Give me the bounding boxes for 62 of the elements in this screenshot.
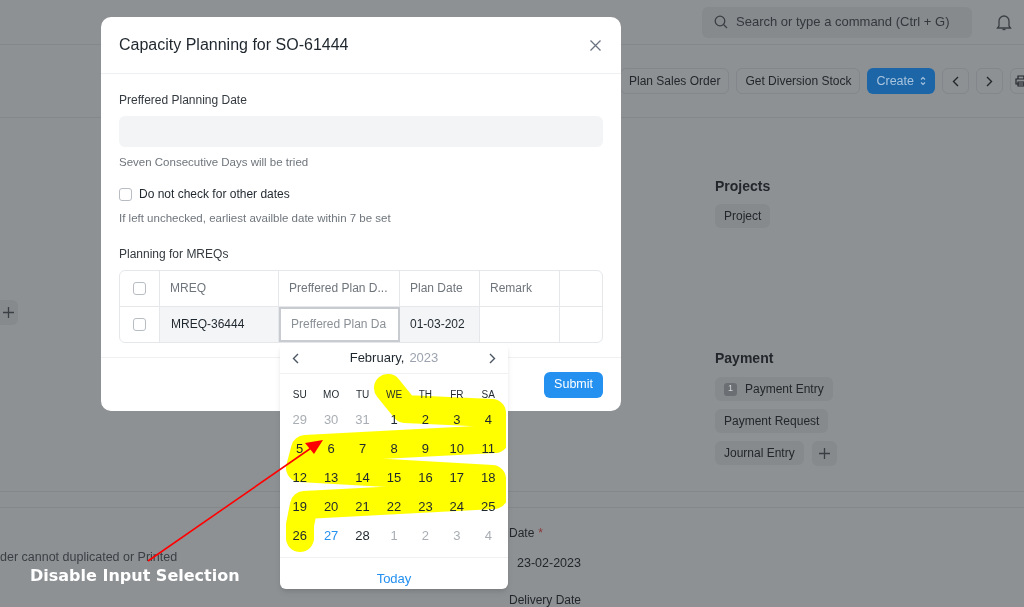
calendar-day[interactable]: 15	[386, 470, 402, 485]
calendar-day[interactable]: 6	[327, 441, 335, 456]
calendar-day[interactable]: 26	[292, 528, 307, 543]
link-chip[interactable]: Journal Entry	[715, 441, 804, 465]
calendar-day[interactable]: 13	[323, 470, 339, 485]
column-header: MREQ	[160, 270, 279, 306]
calendar-day[interactable]: 24	[449, 499, 465, 514]
weekday-label: WE	[384, 387, 404, 402]
calendar-day[interactable]: 4	[484, 412, 492, 427]
weekday-label: SA	[480, 387, 496, 402]
calendar-day[interactable]: 21	[355, 499, 370, 514]
calendar-day[interactable]: 16	[418, 470, 433, 485]
date-value: 23-02-2023	[517, 555, 582, 572]
weekday-label: FR	[449, 387, 465, 402]
calendar-day[interactable]: 11	[481, 441, 496, 456]
calendar-day[interactable]: 20	[323, 499, 339, 514]
required-mark: *	[538, 525, 544, 542]
calendar-day[interactable]: 5	[296, 441, 304, 456]
date-input[interactable]: Preffered Plan Da	[279, 306, 400, 342]
field-label: Preffered Planning Date	[119, 92, 248, 109]
link-chip[interactable]: Project	[715, 204, 771, 228]
calendar-day[interactable]: 22	[386, 499, 402, 514]
calendar-day[interactable]: 14	[355, 470, 370, 485]
column-header: Plan Date	[400, 270, 480, 306]
toolbar-button[interactable]: Plan Sales Order	[620, 68, 730, 94]
calendar-day[interactable]: 3	[453, 412, 461, 427]
weekday-label: MO	[322, 387, 341, 402]
toolbar-button[interactable]: Get Diversion Stock	[736, 68, 861, 94]
search-placeholder: Search or type a command (Ctrl + G)	[736, 13, 950, 32]
dialog-title: Capacity Planning for SO-61444	[119, 35, 349, 55]
link-chip[interactable]: 1 Payment Entry	[715, 377, 833, 401]
table-label: Planning for MREQs	[119, 245, 230, 263]
weekday-label: TU	[354, 387, 371, 402]
column-header: Preffered Plan D...	[279, 270, 400, 306]
field-hint: If left unchecked, earliest availble date within 7 be set	[119, 211, 392, 227]
checkbox-label: Do not check for other dates	[139, 186, 290, 204]
field-hint: Seven Consecutive Days will be tried	[119, 155, 310, 170]
calendar-day[interactable]: 2	[421, 412, 430, 427]
calendar-day[interactable]: 19	[292, 499, 307, 514]
month-label: February,	[349, 349, 405, 368]
column-header: Remark	[480, 270, 560, 306]
table-cell: 01-03-202	[400, 306, 480, 342]
annotation-label: Disable Input Selection	[30, 565, 240, 587]
calendar-day[interactable]: 7	[358, 441, 367, 456]
section-heading: Projects	[715, 177, 772, 196]
calendar-day[interactable]: 17	[449, 470, 465, 485]
search-field[interactable]: Search or type a command (Ctrl + G)	[702, 6, 972, 38]
calendar-day[interactable]: 18	[481, 470, 496, 485]
calendar-day[interactable]: 23	[418, 499, 433, 514]
field-label: Date	[509, 525, 535, 542]
calendar-day[interactable]: 28	[355, 528, 370, 543]
weekday-label: SU	[291, 387, 308, 402]
calendar-day[interactable]: 10	[449, 441, 465, 456]
year-label: 2023	[409, 349, 439, 368]
field-label: Delivery Date	[509, 591, 582, 607]
count-badge: 1	[724, 382, 737, 396]
calendar-day[interactable]: 12	[292, 470, 307, 485]
calendar-day[interactable]: 9	[421, 441, 430, 456]
section-heading: Payment	[715, 349, 775, 368]
calendar-day[interactable]: 8	[390, 441, 398, 456]
table-cell: MREQ-36444	[160, 306, 279, 342]
link-chip[interactable]: Payment Request	[715, 409, 829, 433]
